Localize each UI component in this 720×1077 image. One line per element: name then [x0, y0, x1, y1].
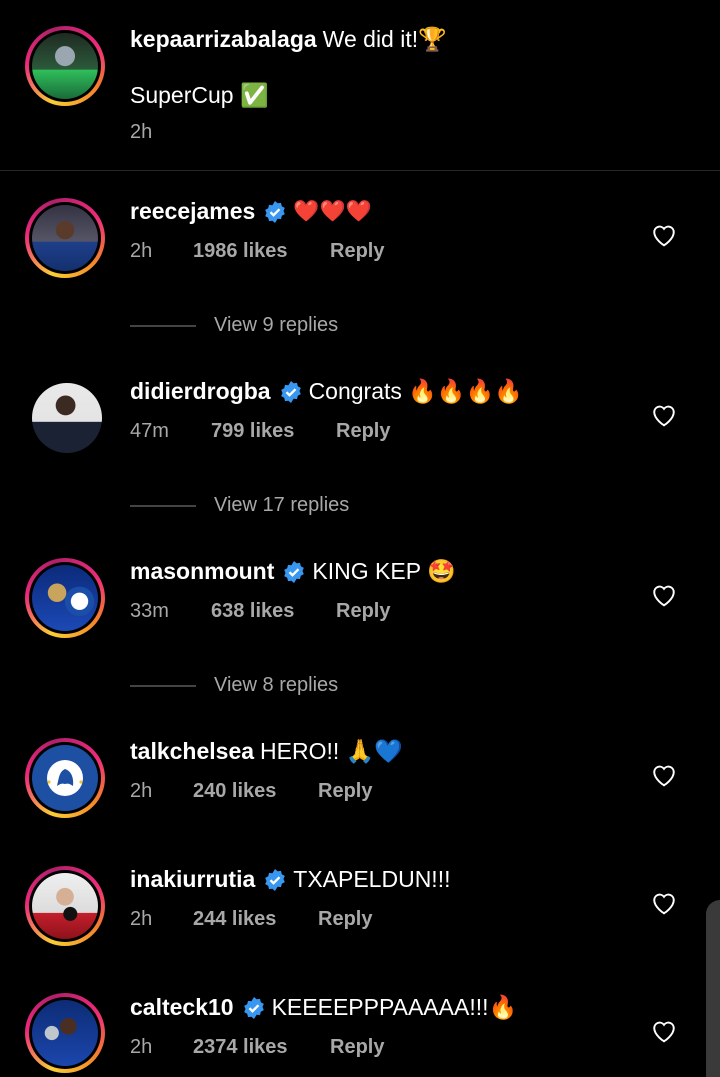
comment-text: ❤️❤️❤️ [293, 199, 372, 223]
avatar[interactable] [30, 381, 104, 455]
view-replies-button[interactable]: View 17 replies [130, 494, 349, 517]
divider [130, 684, 196, 687]
heart-outline-icon[interactable] [651, 763, 677, 787]
comment-time: 33m [130, 600, 169, 622]
caption-time: 2h [130, 121, 153, 143]
avatar-image [32, 383, 102, 453]
verified-badge-icon [284, 560, 305, 583]
view-replies-label: View 8 replies [214, 674, 339, 696]
username[interactable]: didierdrogba [130, 378, 271, 405]
comment-time: 2h [130, 780, 153, 802]
likes-count[interactable]: 1986 likes [193, 240, 288, 263]
username[interactable]: talkchelsea [130, 738, 254, 765]
comment-text: KEEEEPPPAAAAA!!!🔥 [271, 994, 518, 1020]
caption-text: We did it!🏆 [322, 26, 447, 52]
comment-time: 2h [130, 240, 153, 262]
verified-badge-icon [243, 996, 264, 1019]
divider [0, 170, 720, 171]
reply-button[interactable]: Reply [330, 240, 384, 263]
avatar[interactable] [25, 738, 105, 818]
comment-text: HERO!! 🙏💙 [260, 738, 403, 764]
view-replies-label: View 9 replies [214, 314, 339, 336]
likes-count[interactable]: 240 likes [193, 780, 276, 803]
likes-count[interactable]: 799 likes [211, 420, 294, 443]
post-caption: kepaarrizabalaga We did it!🏆 SuperCup ✅ … [0, 0, 720, 170]
comment-text: Congrats 🔥🔥🔥🔥 [308, 378, 523, 404]
username[interactable]: inakiurrutia [130, 866, 255, 893]
likes-count[interactable]: 638 likes [211, 600, 294, 623]
username[interactable]: reecejames [130, 198, 255, 225]
heart-outline-icon[interactable] [651, 223, 677, 247]
verified-badge-icon [265, 200, 286, 223]
caption-text-2: SuperCup ✅ [130, 82, 269, 108]
avatar-image [32, 1000, 98, 1066]
avatar[interactable] [25, 26, 105, 106]
lion-logo-icon [47, 760, 83, 796]
username[interactable]: masonmount [130, 558, 274, 585]
comment-time: 2h [130, 908, 153, 930]
divider [130, 504, 196, 507]
reply-button[interactable]: Reply [336, 600, 390, 623]
divider [130, 324, 196, 327]
view-replies-button[interactable]: View 9 replies [130, 314, 338, 337]
verified-badge-icon [280, 380, 301, 403]
reply-button[interactable]: Reply [318, 908, 372, 931]
heart-outline-icon[interactable] [651, 403, 677, 427]
avatar-image [32, 873, 98, 939]
likes-count[interactable]: 2374 likes [193, 1036, 288, 1059]
scrollbar[interactable] [706, 900, 720, 1077]
reply-button[interactable]: Reply [330, 1036, 384, 1059]
comment-text: KING KEP 🤩 [312, 558, 456, 584]
comment-time: 47m [130, 420, 169, 442]
avatar-image [32, 205, 98, 271]
avatar[interactable] [25, 993, 105, 1073]
avatar[interactable] [25, 198, 105, 278]
likes-count[interactable]: 244 likes [193, 908, 276, 931]
avatar-image [32, 565, 98, 631]
comment-time: 2h [130, 1036, 153, 1058]
heart-outline-icon[interactable] [651, 1019, 677, 1043]
avatar[interactable] [25, 558, 105, 638]
username[interactable]: kepaarrizabalaga [130, 26, 317, 53]
heart-outline-icon[interactable] [651, 891, 677, 915]
view-replies-label: View 17 replies [214, 494, 350, 516]
reply-button[interactable]: Reply [336, 420, 390, 443]
avatar-image [32, 33, 98, 99]
username[interactable]: calteck10 [130, 994, 234, 1021]
view-replies-button[interactable]: View 8 replies [130, 674, 338, 697]
verified-badge-icon [265, 868, 286, 891]
heart-outline-icon[interactable] [651, 583, 677, 607]
reply-button[interactable]: Reply [318, 780, 372, 803]
comment-text: TXAPELDUN!!! [293, 866, 451, 892]
avatar[interactable] [25, 866, 105, 946]
avatar-image [32, 745, 98, 811]
